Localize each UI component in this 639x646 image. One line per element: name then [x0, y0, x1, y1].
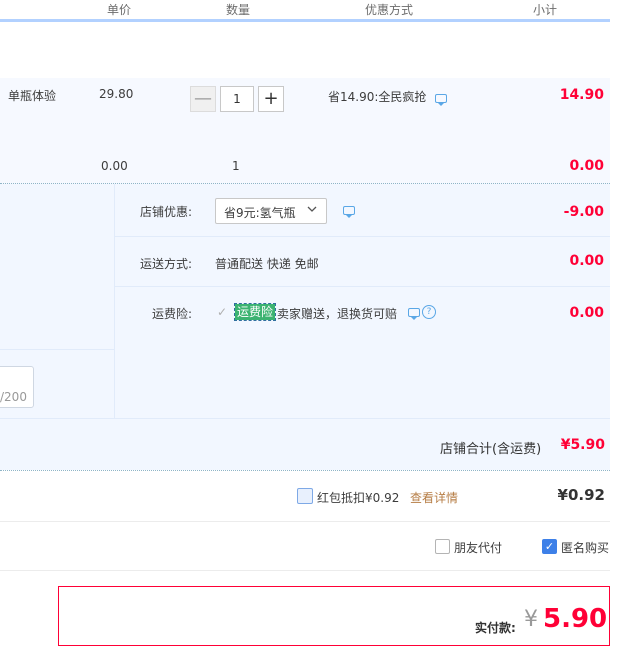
chevron-down-icon: [306, 203, 318, 218]
options-divider: [0, 570, 610, 571]
shipping-divider: [114, 286, 610, 287]
payment-currency: ¥: [524, 607, 538, 632]
quantity-input[interactable]: 1: [220, 86, 254, 112]
message-icon[interactable]: [435, 94, 447, 106]
header-underline: [0, 19, 610, 22]
redpacket-details-link[interactable]: 查看详情: [410, 489, 458, 506]
item-2-unit-price: 0.00: [101, 159, 128, 173]
insurance-label: 运费险:: [152, 307, 193, 321]
friend-pay-checkbox[interactable]: [435, 539, 450, 554]
payment-label: 实付款:: [475, 621, 516, 635]
redpacket-amount: ¥0.92: [557, 486, 605, 504]
header-quantity: 数量: [225, 3, 250, 17]
shop-panel: [0, 184, 610, 470]
help-icon[interactable]: ?: [422, 305, 436, 319]
redpacket-checkbox[interactable]: [297, 488, 313, 504]
item-1-discount: 省14.90:全民疯抢: [328, 90, 427, 104]
item-1-name[interactable]: 单瓶体验: [8, 87, 56, 104]
shop-total-divider: [0, 470, 610, 471]
header-subtotal: 小计: [532, 3, 557, 17]
decrease-quantity-button[interactable]: —: [190, 86, 216, 112]
insurance-checkbox[interactable]: ✓: [215, 305, 229, 319]
payment-amount: 5.90: [543, 604, 608, 634]
coupon-divider: [114, 236, 610, 237]
friend-pay-label: 朋友代付: [454, 541, 503, 555]
anonymous-label: 匿名购买: [561, 541, 610, 555]
item-1-subtotal: 14.90: [559, 87, 604, 103]
shipping-value: 普通配送 快递 免邮: [215, 257, 319, 271]
insurance-amount: 0.00: [569, 305, 604, 321]
item-2-subtotal: 0.00: [569, 158, 604, 174]
shop-coupon-selected: 省9元:氢气瓶: [224, 206, 296, 220]
item-1-unit-price: 29.80: [99, 87, 134, 101]
header-discount: 优惠方式: [364, 3, 413, 17]
total-divider: [0, 418, 610, 419]
message-icon[interactable]: [343, 206, 355, 218]
shipping-label: 运送方式:: [140, 257, 193, 271]
redpacket-divider: [0, 521, 610, 522]
shop-coupon-label: 店铺优惠:: [140, 205, 193, 219]
increase-quantity-button[interactable]: +: [258, 86, 284, 112]
panel-vertical-divider: [114, 184, 115, 418]
shop-coupon-amount: -9.00: [563, 204, 604, 220]
payment-summary-box: 实付款: ¥ 5.90: [58, 586, 610, 646]
header-unit-price: 单价: [106, 3, 131, 17]
anonymous-checkbox[interactable]: ✓: [542, 539, 557, 554]
note-char-counter: /200: [0, 390, 27, 404]
note-divider: [0, 349, 114, 350]
shop-total-label: 店铺合计(含运费): [440, 442, 542, 457]
shop-total-value: ¥5.90: [560, 437, 605, 453]
item-2-quantity: 1: [232, 159, 240, 173]
insurance-description: 卖家赠送，退换货可赔: [277, 307, 398, 321]
insurance-tag: 运费险: [233, 303, 277, 321]
shop-coupon-select[interactable]: 省9元:氢气瓶: [215, 198, 327, 224]
redpacket-label: 红包抵扣¥0.92: [317, 491, 400, 505]
item-rows-background: [0, 78, 610, 184]
message-icon[interactable]: [408, 308, 420, 320]
shipping-amount: 0.00: [569, 253, 604, 269]
